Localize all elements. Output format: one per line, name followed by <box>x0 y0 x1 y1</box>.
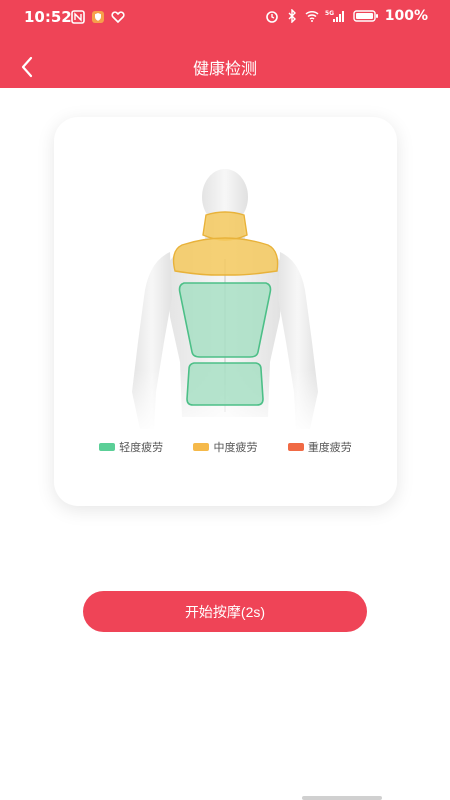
status-left-icons <box>71 10 125 24</box>
legend-swatch-severe <box>287 443 304 451</box>
status-time: 10:52 <box>24 8 72 26</box>
battery-percent: 100% <box>384 8 428 24</box>
page-title: 健康检测 <box>192 59 257 78</box>
navbar: 健康检测 <box>0 44 450 88</box>
body-map-card: 轻度疲劳 中度疲劳 重度疲劳 <box>54 117 397 506</box>
status-right: 5G 100% <box>265 8 428 24</box>
home-indicator <box>302 796 382 800</box>
wifi-icon <box>305 10 319 22</box>
upper-back-zone[interactable] <box>178 282 272 358</box>
lower-back-zone[interactable] <box>186 362 264 406</box>
app-header: 10:52 5G 100% 健康检测 <box>0 0 450 88</box>
shoulder-zone[interactable] <box>172 237 279 276</box>
nfc-icon <box>71 10 85 24</box>
status-bar: 10:52 5G 100% <box>0 0 450 34</box>
start-massage-button[interactable]: 开始按摩(2s) <box>83 591 367 632</box>
legend-label-severe: 重度疲劳 <box>307 441 352 454</box>
neck-zone[interactable] <box>202 211 248 241</box>
legend-swatch-mild <box>99 443 116 451</box>
legend-swatch-moderate <box>193 443 210 451</box>
fatigue-legend: 轻度疲劳 中度疲劳 重度疲劳 <box>54 439 397 455</box>
body-figure <box>120 167 330 437</box>
battery-icon <box>353 10 378 22</box>
svg-text:5G: 5G <box>325 10 334 17</box>
alarm-icon <box>265 11 278 23</box>
legend-label-mild: 轻度疲劳 <box>119 441 164 454</box>
shield-app-icon <box>92 11 104 23</box>
legend-mild: 轻度疲劳 <box>99 439 163 455</box>
legend-label-moderate: 中度疲劳 <box>213 441 258 454</box>
heart-pulse-icon <box>111 11 125 24</box>
legend-severe: 重度疲劳 <box>287 439 352 455</box>
legend-moderate: 中度疲劳 <box>193 439 257 455</box>
signal-5g-icon: 5G <box>325 10 344 22</box>
bluetooth-icon <box>288 9 296 23</box>
